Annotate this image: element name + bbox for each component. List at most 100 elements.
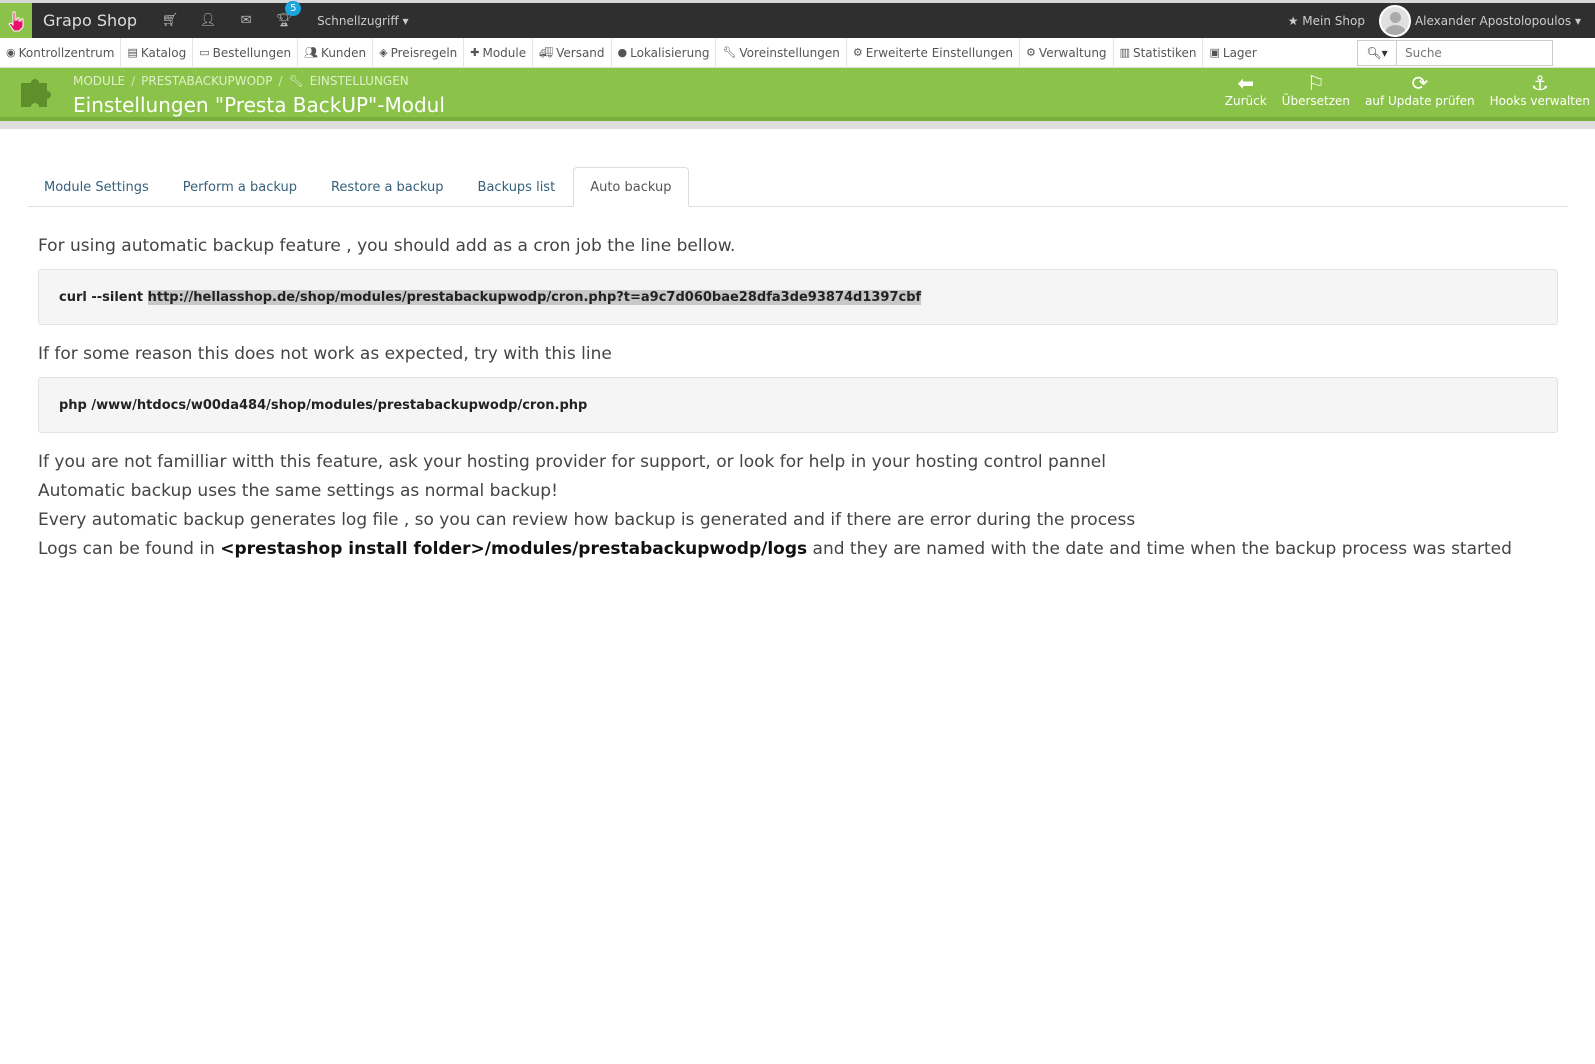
shop-name[interactable]: Grapo Shop [43,11,137,30]
tool-label: Hooks verwalten [1489,94,1590,108]
user-menu[interactable]: Alexander Apostolopoulos ▾ [1415,14,1581,28]
quick-access-label: Schnellzugriff [317,13,399,28]
module-tabs: Module Settings Perform a backup Restore… [28,167,1568,207]
tab-auto-backup[interactable]: Auto backup [573,167,689,207]
tab-module-settings[interactable]: Module Settings [28,167,165,207]
cron-url[interactable]: http://hellasshop.de/shop/modules/presta… [147,289,922,305]
nav-label: Module [482,45,527,60]
bar-chart-icon: ▥ [1119,46,1130,59]
nav-label: Erweiterte Einstellungen [865,45,1014,60]
avatar[interactable] [1378,4,1411,37]
check-update-button[interactable]: ⟳ auf Update prüfen [1365,72,1475,108]
arrow-left-circle-icon: ⬅ [1237,71,1255,95]
nav-label: Voreinstellungen [739,45,840,60]
nav-label: Versand [556,45,605,60]
note-settings: Automatic backup uses the same settings … [38,481,558,501]
nav-item-versand[interactable]: 🚚︎ Versand [533,37,612,68]
note-log: Every automatic backup generates log fil… [38,510,1136,530]
breadcrumb-item[interactable]: PRESTABACKUPWODP [141,74,272,88]
tool-label: Übersetzen [1281,94,1351,108]
breadcrumb-item[interactable]: MODULE [73,74,125,88]
tab-backups-list[interactable]: Backups list [462,167,572,207]
php-command: php /www/htdocs/w00da484/shop/modules/pr… [59,397,588,413]
caret-down-icon: ▾ [1381,45,1388,60]
gear-icon: ⚙ [1026,46,1036,59]
nav-item-lager[interactable]: ▣ Lager [1203,38,1262,68]
nav-label: Kontrollzentrum [18,45,115,60]
toolbar: ⬅ Zurück ⚐ Übersetzen ⟳ auf Update prüfen ⚓… [1225,72,1590,108]
nav-item-lokalisierung[interactable]: ● Lokalisierung [612,37,717,68]
nav-item-kontrollzentrum[interactable]: ◉ Kontrollzentrum [0,37,122,68]
refresh-icon: ⟳ [1411,71,1429,95]
archive-icon: ▣ [1209,46,1220,59]
main-nav: ◉ Kontrollzentrum ▤ Katalog ▭ Bestellungen … [0,37,1595,68]
breadcrumb: MODULE / PRESTABACKUPWODP / 🔧︎ EINSTELLU… [73,74,409,88]
nav-item-kunden[interactable]: 👥︎ Kunden [298,37,374,68]
my-shop-label: Mein Shop [1302,13,1365,28]
wrench-icon: 🔧︎ [288,74,304,88]
breadcrumb-separator: / [278,74,283,88]
nav-item-preisregeln[interactable]: ◈ Preisregeln [373,37,465,68]
nav-item-bestellungen[interactable]: ▭ Bestellungen [193,37,299,68]
back-button[interactable]: ⬅ Zurück [1225,72,1267,108]
nav-label: Lager [1222,45,1257,60]
puzzle-icon [17,73,57,120]
logo[interactable] [0,3,32,38]
search-input[interactable] [1397,39,1553,66]
hand-pointer-icon [8,11,24,31]
top-bar: Grapo Shop 🛒︎ 👤︎ ✉︎ 🏆︎ 5 Schnellzugriff … [0,0,1595,38]
page-title: Einstellungen "Presta BackUP"-Modul [73,93,445,117]
log-path: <prestashop install folder>/modules/pres… [220,539,808,559]
truck-icon: 🚚︎ [539,46,554,59]
nav-label: Katalog [140,45,187,60]
auto-backup-panel: For using automatic backup feature , you… [38,232,1558,564]
nav-label: Statistiken [1132,45,1197,60]
translate-button[interactable]: ⚐ Übersetzen [1282,72,1350,108]
log-suffix: and they are named with the date and tim… [807,539,1512,559]
nav-label: Lokalisierung [630,45,710,60]
note-hosting: If you are not familliar witth this feat… [38,452,1106,472]
nav-item-erweiterte-einstellungen[interactable]: ⚙ Erweiterte Einstellungen [847,37,1021,68]
intro-text: For using automatic backup feature , you… [38,236,736,256]
anchor-icon: ⚓ [1530,71,1549,95]
quick-access-dropdown[interactable]: Schnellzugriff ▾ [317,14,408,28]
alt-intro-text: If for some reason this does not work as… [38,344,612,364]
book-icon: ▤ [127,46,138,59]
flag-icon: ⚐ [1306,71,1325,95]
nav-label: Kunden [321,45,367,60]
search-icon: 🔍︎ [1366,45,1382,60]
nav-item-katalog[interactable]: ▤ Katalog [121,37,194,68]
caret-down-icon: ▾ [1574,13,1581,28]
tags-icon: ◈ [379,46,388,59]
dashboard-icon: ◉ [6,46,16,59]
users-icon: 👥︎ [304,46,319,59]
puzzle-icon: ✚ [470,46,480,59]
nav-item-module[interactable]: ✚ Module [464,37,534,68]
nav-item-verwaltung[interactable]: ⚙ Verwaltung [1020,37,1114,68]
note-log-location: Logs can be found in <prestashop install… [38,535,1558,564]
nav-label: Preisregeln [390,45,458,60]
page-header: MODULE / PRESTABACKUPWODP / 🔧︎ EINSTELLU… [0,68,1595,121]
tab-perform-backup[interactable]: Perform a backup [167,167,313,207]
my-shop-link[interactable]: ★ Mein Shop [1288,14,1365,28]
nav-item-statistiken[interactable]: ▥ Statistiken [1114,37,1204,68]
breadcrumb-item: EINSTELLUNGEN [309,74,409,88]
manage-hooks-button[interactable]: ⚓ Hooks verwalten [1490,72,1590,108]
credit-card-icon: ▭ [199,46,210,59]
nav-item-voreinstellungen[interactable]: 🔧︎ Voreinstellungen [716,37,847,68]
trophy-icon[interactable]: 🏆︎ 5 [265,1,303,28]
star-icon: ★ [1287,13,1299,28]
user-icon[interactable]: 👤︎ [189,13,227,28]
cron-command-php[interactable]: php /www/htdocs/w00da484/shop/modules/pr… [38,377,1558,433]
wrench-icon: 🔧︎ [722,46,737,59]
caret-down-icon: ▾ [402,13,409,28]
globe-icon: ● [617,46,628,59]
cogs-icon: ⚙ [852,46,863,59]
nav-label: Verwaltung [1038,45,1107,60]
cron-command-curl[interactable]: curl --silent http://hellasshop.de/shop/… [38,269,1558,325]
breadcrumb-separator: / [131,74,136,88]
cart-icon[interactable]: 🛒︎ [151,13,189,28]
envelope-icon[interactable]: ✉︎ [227,13,265,28]
tab-restore-backup[interactable]: Restore a backup [315,167,460,207]
search-type-button[interactable]: 🔍︎ ▾ [1357,39,1397,66]
